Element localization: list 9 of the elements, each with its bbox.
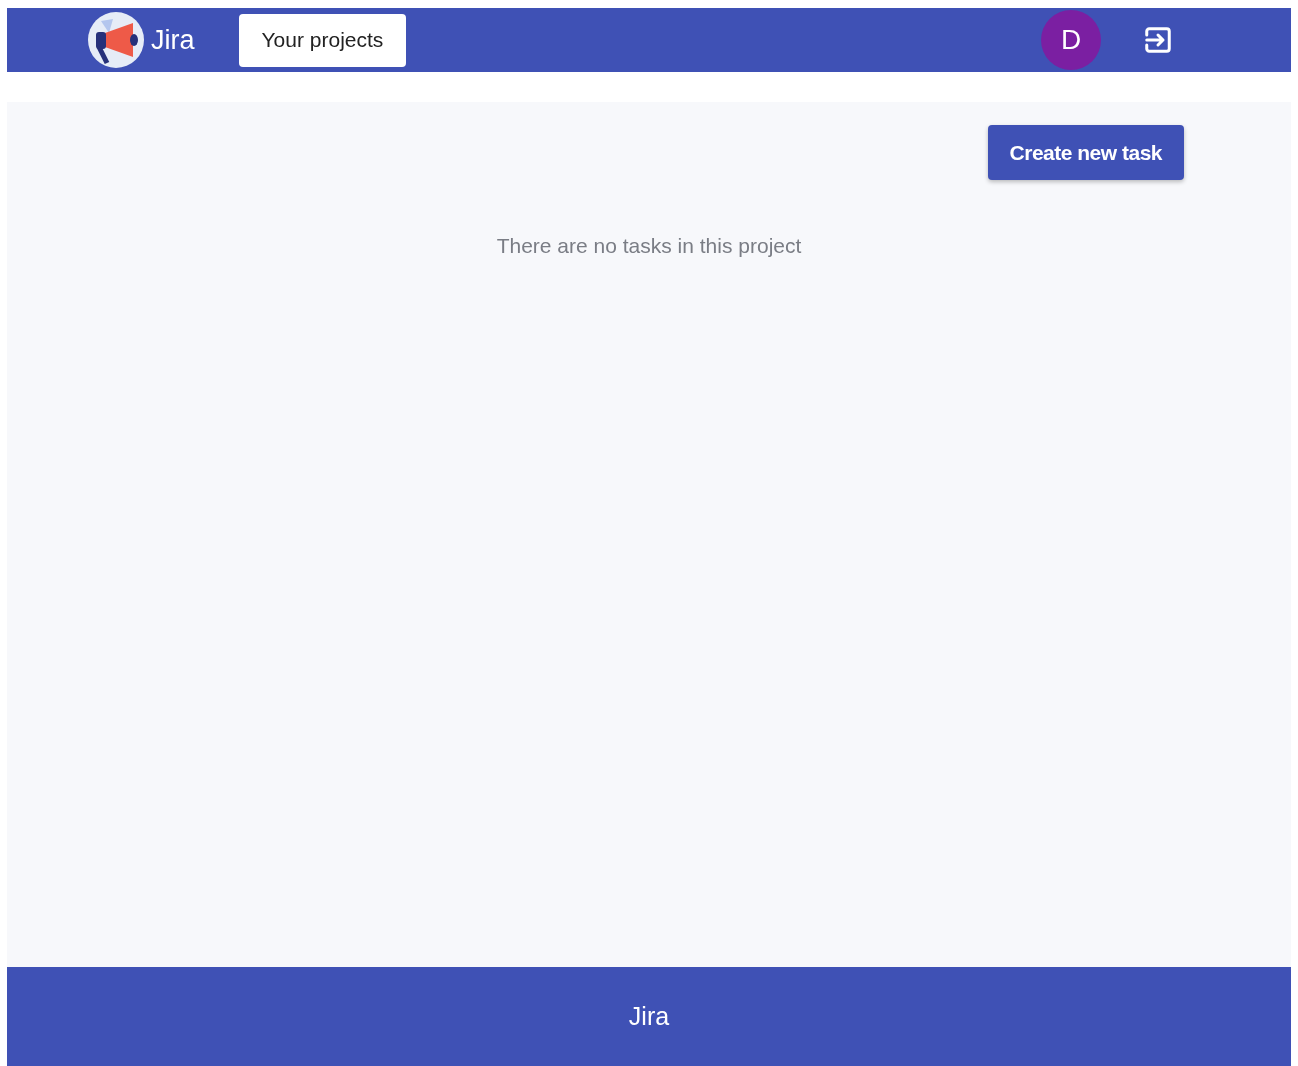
your-projects-button[interactable]: Your projects: [238, 13, 407, 67]
empty-message: There are no tasks in this project: [496, 234, 802, 258]
logout-button[interactable]: [1143, 25, 1173, 55]
footer-text: Jira: [628, 1002, 670, 1031]
user-avatar[interactable]: D: [1041, 10, 1101, 70]
logout-icon: [1143, 25, 1173, 55]
create-task-button[interactable]: Create new task: [987, 125, 1184, 180]
megaphone-logo-icon: [87, 11, 145, 69]
brand-name: Jira: [151, 24, 195, 56]
